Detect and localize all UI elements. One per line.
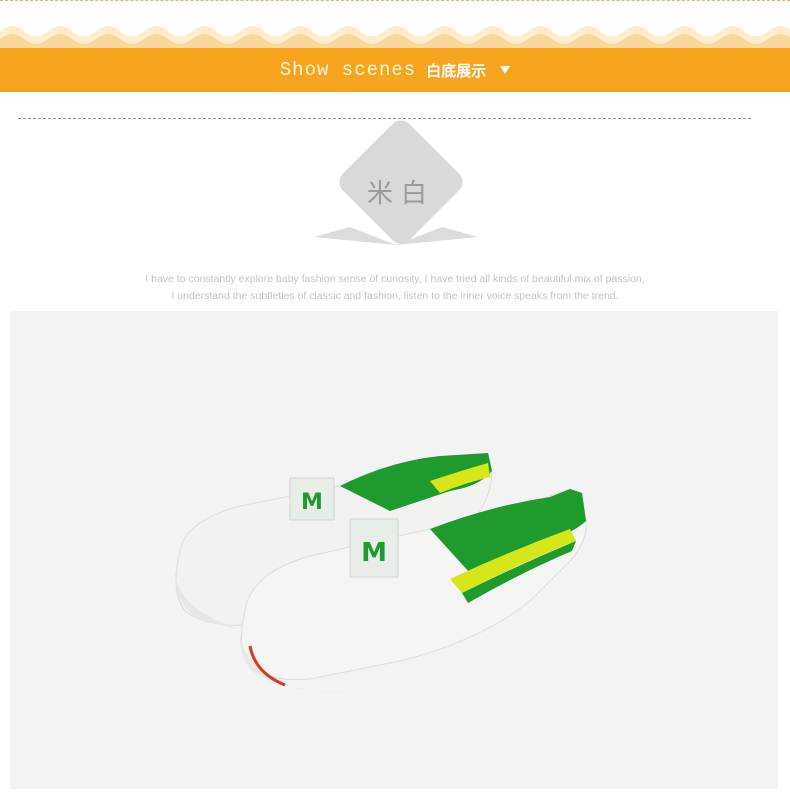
tagline-line-1: I have to constantly explore baby fashio… bbox=[145, 273, 645, 285]
color-label: 米白 bbox=[366, 179, 435, 209]
shoe-logo-front: M bbox=[361, 538, 387, 568]
triangle-down-icon bbox=[500, 66, 511, 74]
top-decor-band bbox=[0, 0, 790, 51]
dashed-divider bbox=[18, 118, 751, 119]
section-header: Show scenes 白底展示 bbox=[0, 48, 790, 92]
header-title-cn: 白底展示 bbox=[426, 61, 487, 80]
header-title-en: Show scenes bbox=[279, 59, 417, 81]
color-badge: 米白 bbox=[310, 115, 482, 265]
shoe-illustration: M M bbox=[175, 452, 587, 693]
wave-decoration bbox=[0, 26, 790, 51]
shoe-logo-back: M bbox=[301, 490, 323, 515]
tagline-line-2: I understand the subtleties of classic a… bbox=[171, 290, 619, 302]
product-photo: M M bbox=[10, 311, 778, 789]
